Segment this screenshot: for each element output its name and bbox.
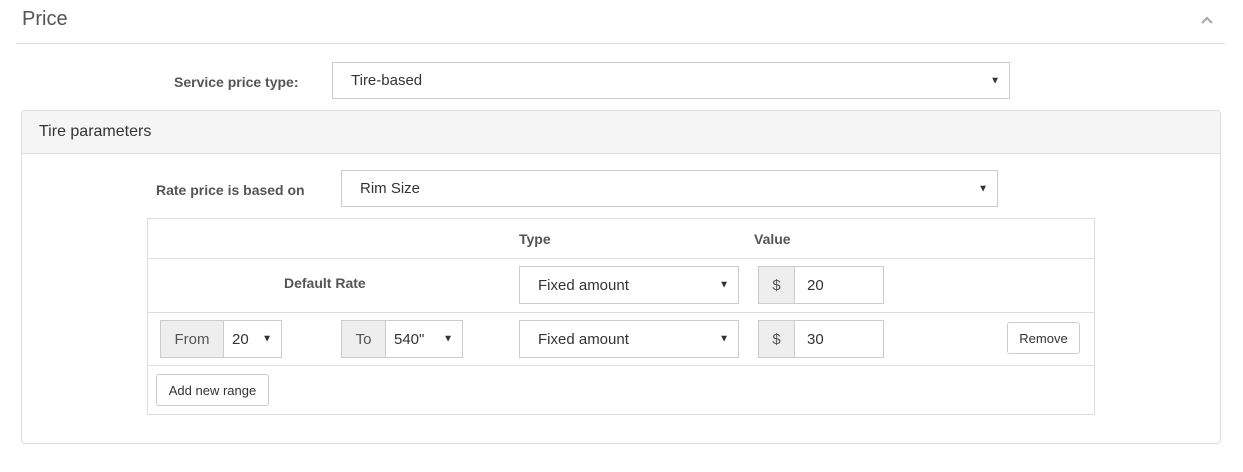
default-rate-type-select[interactable]: Fixed amount ▼ (519, 266, 739, 304)
from-select[interactable]: 20 ▼ (223, 320, 282, 358)
rate-basis-value: Rim Size (360, 180, 421, 197)
table-divider (148, 258, 1094, 259)
service-price-type-select[interactable]: Tire-based ▼ (332, 62, 1010, 99)
rate-basis-select[interactable]: Rim Size ▼ (341, 170, 998, 207)
remove-range-button[interactable]: Remove (1007, 322, 1080, 354)
range-value-input[interactable]: 30 (794, 320, 884, 358)
column-header-type: Type (519, 231, 551, 247)
default-rate-value-input[interactable]: 20 (794, 266, 884, 304)
range-type-value: Fixed amount (538, 330, 629, 348)
currency-addon: $ (758, 266, 795, 304)
caret-down-icon: ▼ (990, 75, 1000, 86)
to-addon: To (341, 320, 386, 358)
from-value: 20 (232, 330, 249, 348)
caret-down-icon: ▼ (978, 183, 988, 194)
caret-down-icon: ▼ (719, 279, 729, 291)
range-type-select[interactable]: Fixed amount ▼ (519, 320, 739, 358)
column-header-value: Value (754, 231, 791, 247)
service-price-type-label: Service price type: (174, 74, 299, 90)
currency-addon: $ (758, 320, 795, 358)
rate-table (147, 218, 1095, 415)
panel-title: Tire parameters (39, 123, 152, 140)
add-new-range-button[interactable]: Add new range (156, 374, 269, 406)
section-title: Price (22, 8, 68, 30)
service-price-type-value: Tire-based (351, 72, 423, 89)
chevron-up-icon[interactable] (1199, 12, 1215, 28)
caret-down-icon: ▼ (443, 333, 453, 345)
to-value: 540" (394, 330, 425, 348)
default-rate-type-value: Fixed amount (538, 276, 629, 294)
section-divider (16, 43, 1225, 44)
default-rate-label: Default Rate (284, 275, 366, 291)
rate-basis-label: Rate price is based on (156, 182, 305, 198)
to-select[interactable]: 540" ▼ (385, 320, 463, 358)
panel-heading: Tire parameters (22, 111, 1220, 154)
table-divider (148, 312, 1094, 313)
from-addon: From (160, 320, 224, 358)
caret-down-icon: ▼ (262, 333, 272, 345)
caret-down-icon: ▼ (719, 333, 729, 345)
table-divider (148, 365, 1094, 366)
